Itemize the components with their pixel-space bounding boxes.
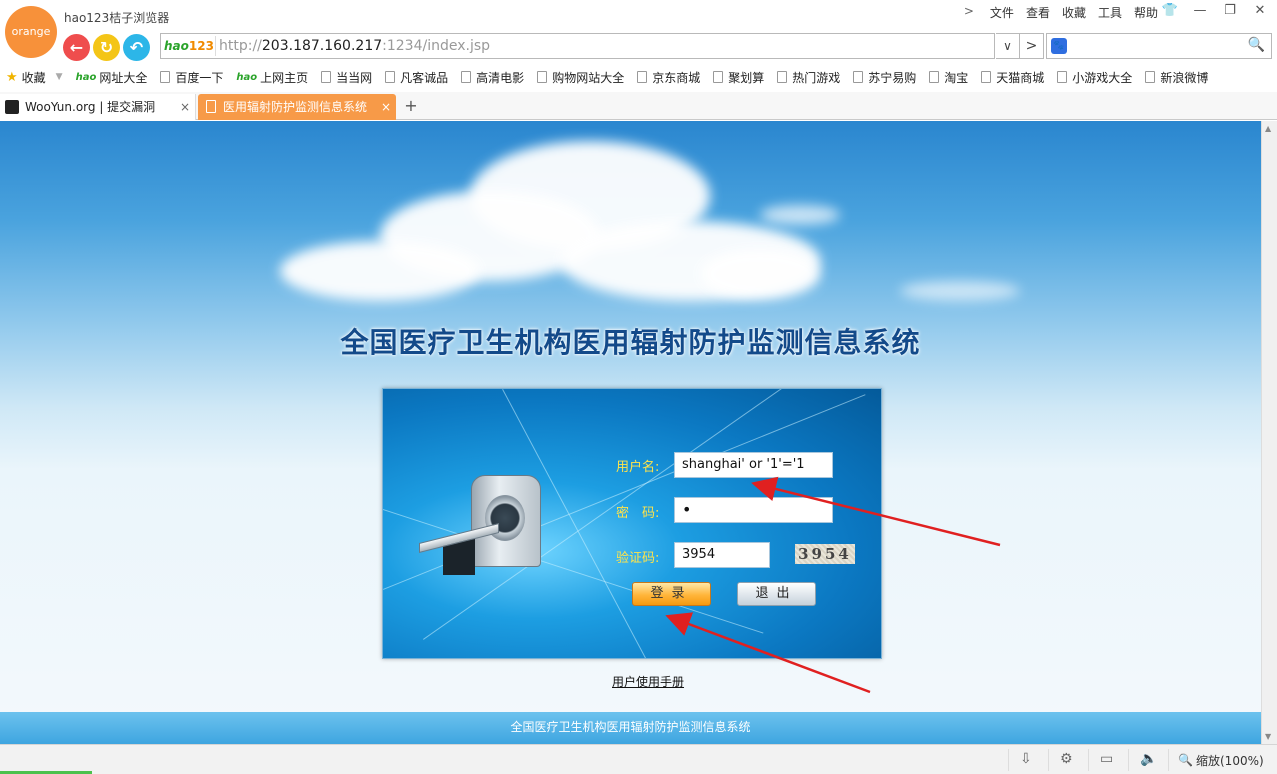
browser-logo[interactable]: orange xyxy=(5,6,57,58)
annotation-arrows xyxy=(665,476,1001,694)
status-divider xyxy=(1088,749,1089,771)
screen-icon[interactable]: ▭ xyxy=(1100,751,1113,767)
browser-window: orange hao123桔子浏览器 > 文件 查看 收藏 工具 帮助 👕 — … xyxy=(0,0,1277,774)
status-divider xyxy=(1008,749,1009,771)
sound-icon[interactable]: 🔈 xyxy=(1140,751,1157,767)
zoom-icon[interactable]: 🔍 xyxy=(1178,753,1193,767)
annotation-arrow-login xyxy=(665,612,871,694)
annotation-arrow-username xyxy=(751,476,1001,547)
status-divider xyxy=(1168,749,1169,771)
status-bar: ⇩ ⚙ ▭ 🔈 🔍 缩放(100%) xyxy=(0,744,1277,774)
settings-icon[interactable]: ⚙ xyxy=(1060,751,1073,767)
download-icon[interactable]: ⇩ xyxy=(1020,751,1032,767)
status-divider xyxy=(1128,749,1129,771)
zoom-level[interactable]: 缩放(100%) xyxy=(1196,752,1264,769)
status-divider xyxy=(1048,749,1049,771)
